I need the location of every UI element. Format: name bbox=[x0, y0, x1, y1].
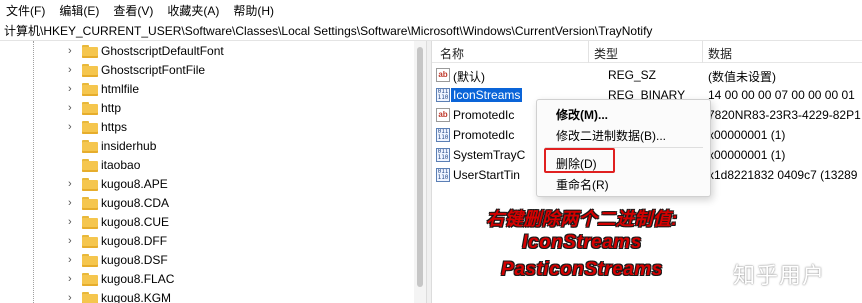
binary-value-icon: 011 110 bbox=[436, 148, 450, 162]
tree-item[interactable]: › kugou8.DSF bbox=[0, 251, 410, 270]
chevron-right-icon[interactable]: › bbox=[68, 178, 78, 190]
binary-value-icon: 011 110 bbox=[436, 128, 450, 142]
tree-item-label: itaobao bbox=[101, 158, 141, 172]
column-type[interactable]: 类型 bbox=[594, 45, 618, 62]
menu-edit[interactable]: 编辑(E) bbox=[59, 2, 99, 19]
column-separator[interactable] bbox=[588, 41, 589, 63]
folder-icon bbox=[82, 216, 98, 229]
tree-item[interactable]: › kugou8.KGM bbox=[0, 289, 410, 303]
tree-item[interactable]: › GhostscriptFontFile bbox=[0, 61, 410, 80]
values-header: 名称 类型 数据 bbox=[432, 41, 862, 63]
annotation-value-1: IconStreams bbox=[522, 232, 642, 253]
value-data: 14 00 00 00 07 00 00 00 01 bbox=[708, 88, 855, 102]
tree-item-label: GhostscriptDefaultFont bbox=[101, 44, 224, 58]
menu-bar: 文件(F) 编辑(E) 查看(V) 收藏夹(A) 帮助(H) bbox=[0, 0, 862, 20]
watermark: 知乎用户 bbox=[733, 263, 826, 288]
column-data[interactable]: 数据 bbox=[708, 45, 732, 62]
binary-value-icon: 011 110 bbox=[436, 88, 450, 102]
value-name: IconStreams bbox=[451, 88, 523, 102]
value-name: PromotedIc bbox=[453, 108, 515, 122]
value-data: 7820NR83-23R3-4229-82P1 bbox=[708, 108, 861, 122]
tree-item-label: kugou8.CUE bbox=[101, 215, 170, 229]
folder-icon bbox=[82, 102, 98, 115]
annotation-instruction: 右键删除两个二进制值: bbox=[486, 209, 678, 229]
chevron-right-icon[interactable]: › bbox=[68, 197, 78, 209]
tree-item-label: kugou8.DSF bbox=[101, 253, 168, 267]
tree-item-label: kugou8.DFF bbox=[101, 234, 168, 248]
folder-icon bbox=[82, 292, 98, 303]
folder-icon bbox=[82, 254, 98, 267]
chevron-right-icon[interactable]: › bbox=[68, 64, 78, 76]
tree-item[interactable]: › http bbox=[0, 99, 410, 118]
chevron-right-icon[interactable]: › bbox=[68, 216, 78, 228]
value-name: PromotedIc bbox=[453, 128, 515, 142]
tree-item-label: https bbox=[101, 120, 128, 134]
chevron-right-icon[interactable]: › bbox=[68, 235, 78, 247]
tree-item[interactable]: › kugou8.FLAC bbox=[0, 270, 410, 289]
chevron-right-icon[interactable]: › bbox=[68, 273, 78, 285]
value-data: (数值未设置) bbox=[708, 70, 776, 84]
tree-item[interactable]: insiderhub bbox=[0, 137, 410, 156]
tree-item[interactable]: › htmlfile bbox=[0, 80, 410, 99]
menu-item-rename[interactable]: 重命名(R) bbox=[556, 176, 609, 193]
tree-scrollbar-thumb[interactable] bbox=[417, 47, 423, 287]
value-data: x00000001 (1) bbox=[708, 128, 786, 142]
chevron-right-icon[interactable]: › bbox=[68, 45, 78, 57]
string-value-icon: ab bbox=[436, 108, 450, 122]
column-name[interactable]: 名称 bbox=[440, 45, 464, 62]
value-type: REG_SZ bbox=[608, 68, 657, 82]
menu-help[interactable]: 帮助(H) bbox=[233, 2, 274, 19]
tree-item-label: insiderhub bbox=[101, 139, 157, 153]
tree-item[interactable]: › kugou8.APE bbox=[0, 175, 410, 194]
tree-item-label: GhostscriptFontFile bbox=[101, 63, 206, 77]
address-path[interactable]: 计算机\HKEY_CURRENT_USER\Software\Classes\L… bbox=[4, 22, 652, 39]
key-tree[interactable]: › GhostscriptDefaultFont › GhostscriptFontF… bbox=[0, 41, 426, 303]
folder-icon bbox=[82, 140, 98, 153]
value-name: SystemTrayC bbox=[453, 148, 526, 162]
chevron-right-icon[interactable]: › bbox=[68, 254, 78, 266]
chevron-right-icon[interactable]: › bbox=[68, 121, 78, 133]
tree-item-label: kugou8.CDA bbox=[101, 196, 170, 210]
delete-highlight-box bbox=[544, 148, 615, 173]
folder-icon bbox=[82, 235, 98, 248]
tree-item[interactable]: › GhostscriptDefaultFont bbox=[0, 42, 410, 61]
chevron-right-icon[interactable]: › bbox=[68, 292, 78, 303]
address-bar[interactable]: 计算机\HKEY_CURRENT_USER\Software\Classes\L… bbox=[0, 20, 862, 41]
folder-icon bbox=[82, 159, 98, 172]
folder-icon bbox=[82, 64, 98, 77]
chevron-right-icon[interactable]: › bbox=[68, 83, 78, 95]
value-data: x1d8221832 0409c7 (13289 bbox=[708, 168, 858, 182]
menu-view[interactable]: 查看(V) bbox=[113, 2, 153, 19]
folder-icon bbox=[82, 45, 98, 58]
folder-icon bbox=[82, 83, 98, 96]
tree-item-label: htmlfile bbox=[101, 82, 140, 96]
value-name: (默认) bbox=[453, 70, 485, 84]
menu-favorites[interactable]: 收藏夹(A) bbox=[167, 2, 219, 19]
menu-item-modify-binary[interactable]: 修改二进制数据(B)... bbox=[556, 127, 666, 144]
tree-item[interactable]: › https bbox=[0, 118, 410, 137]
tree-item[interactable]: › kugou8.CDA bbox=[0, 194, 410, 213]
tree-scrollbar[interactable] bbox=[414, 41, 426, 303]
menu-item-modify[interactable]: 修改(M)... bbox=[556, 106, 608, 123]
tree-item[interactable]: › kugou8.DFF bbox=[0, 232, 410, 251]
value-row[interactable]: ab (默认) REG_SZ (数值未设置) bbox=[432, 65, 862, 85]
menu-file[interactable]: 文件(F) bbox=[6, 2, 45, 19]
annotation-value-2: PasticonStreams bbox=[501, 259, 663, 280]
string-value-icon: ab bbox=[436, 68, 450, 82]
value-name: UserStartTin bbox=[453, 168, 520, 182]
folder-icon bbox=[82, 178, 98, 191]
tree-item-label: kugou8.APE bbox=[101, 177, 168, 191]
folder-icon bbox=[82, 273, 98, 286]
tree-item[interactable]: itaobao bbox=[0, 156, 410, 175]
tree-item-label: kugou8.KGM bbox=[101, 291, 172, 303]
chevron-right-icon[interactable]: › bbox=[68, 102, 78, 114]
folder-icon bbox=[82, 121, 98, 134]
folder-icon bbox=[82, 197, 98, 210]
tree-item-label: kugou8.FLAC bbox=[101, 272, 175, 286]
tree-item[interactable]: › kugou8.CUE bbox=[0, 213, 410, 232]
binary-value-icon: 011 110 bbox=[436, 168, 450, 182]
value-data: x00000001 (1) bbox=[708, 148, 786, 162]
column-separator[interactable] bbox=[702, 41, 703, 63]
tree-item-label: http bbox=[101, 101, 122, 115]
